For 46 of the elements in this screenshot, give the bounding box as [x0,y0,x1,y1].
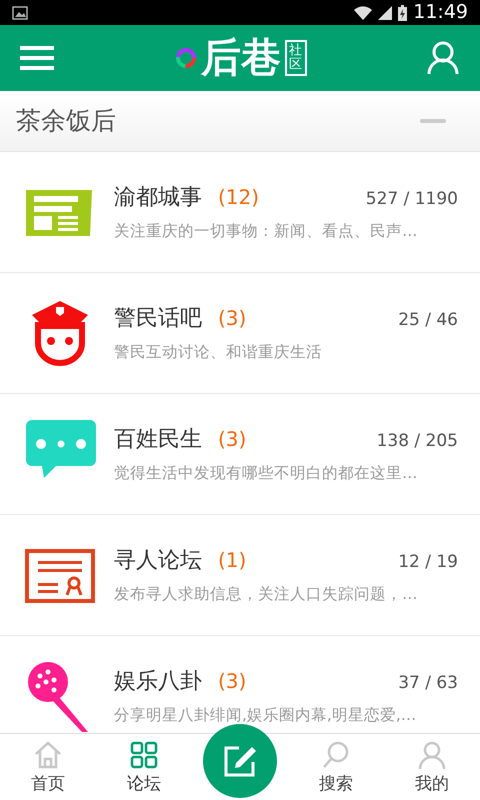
grid-icon [129,740,159,770]
user-icon [417,740,447,770]
search-icon [321,740,351,770]
forum-description: 发布寻人求助信息，关注人口失踪问题，… [114,584,418,605]
nav-tab[interactable]: 论坛 [96,734,192,800]
forum-row[interactable]: 渝都城事 (12) 527 / 1190 关注重庆的一切事物：新闻、看点、民声… [0,152,480,273]
forum-row[interactable]: 百姓民生 (3) 138 / 205 觉得生活中发现有哪些不明白的都在这里… [0,394,480,515]
forum-title: 警民话吧 [114,304,202,333]
forum-description: 觉得生活中发现有哪些不明白的都在这里… [114,462,418,484]
forum-description: 分享明星八卦绯闻,娱乐圈内幕,明星恋爱,… [114,704,418,726]
nav-tab[interactable]: 搜索 [288,734,384,800]
post-stats: 25 / 46 [398,308,458,332]
nav-tab[interactable]: 首页 [0,734,96,800]
forum-title: 渝都城事 [114,184,202,212]
wifi-icon [354,6,372,20]
forum-description: 关注重庆的一切事物：新闻、看点、民声… [114,220,418,242]
color-ring-icon [175,47,197,69]
forum-title: 寻人论坛 [114,546,202,575]
signal-icon [378,6,392,20]
forum-description: 警民互动讨论、和谐重庆生活 [114,342,323,363]
topic-count: (3) [218,426,246,453]
image-notification-icon [12,6,28,20]
section-title: 茶余饭后 [16,105,116,138]
logo-text: 后巷 [201,38,281,78]
post-stats: 12 / 19 [398,550,458,574]
menu-button[interactable] [20,44,56,72]
clock-time: 11:49 [413,3,468,22]
forum-row[interactable]: 警民话吧 (3) 25 / 46 警民互动讨论、和谐重庆生活 [0,273,480,394]
post-stats: 138 / 205 [376,430,458,453]
topic-count: (12) [218,184,260,211]
battery-icon [398,4,408,20]
edit-icon [223,744,257,778]
topic-count: (3) [218,304,246,332]
forum-title: 娱乐八卦 [114,668,202,696]
post-stats: 37 / 63 [398,672,458,695]
topic-count: (3) [218,668,246,695]
logo-stamp: 社区 [285,40,307,76]
menu-icon [20,46,54,70]
user-icon [427,41,459,75]
forum-row[interactable]: 寻人论坛 (1) 12 / 19 发布寻人求助信息，关注人口失踪问题，… [0,515,480,636]
topic-count: (1) [218,546,246,574]
nav-tab[interactable]: 我的 [384,734,480,800]
post-stats: 527 / 1190 [366,188,458,211]
forum-title: 百姓民生 [114,426,202,454]
profile-button[interactable] [426,40,460,76]
home-icon [33,740,63,770]
